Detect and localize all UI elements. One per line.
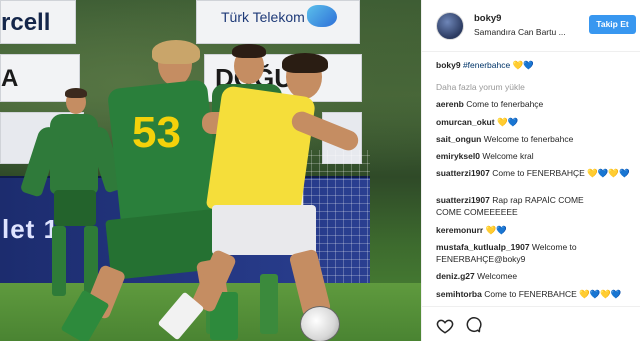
follow-button[interactable]: Takip Et	[589, 15, 636, 34]
comment-username[interactable]: aerenb	[436, 99, 464, 109]
comment-text: 💛💙	[485, 225, 507, 235]
post-username[interactable]: boky9	[474, 13, 501, 24]
post-side-panel: boky9 Samandıra Can Bartu ... Takip Et b…	[421, 0, 640, 341]
post-actions	[422, 306, 640, 341]
load-more-comments[interactable]: Daha fazla yorum yükle	[436, 82, 525, 92]
comment-text: Welcome kral	[482, 151, 534, 161]
comment: aerenb Come to fenerbahçe	[436, 98, 543, 110]
avatar[interactable]	[436, 12, 464, 40]
post-header: boky9 Samandıra Can Bartu ... Takip Et	[422, 0, 640, 52]
comment-text: Welcomee	[477, 271, 518, 281]
post-photo[interactable]: rcell Türk Telekom A DOĞUŞ let 1 53	[0, 0, 421, 341]
comment-text: Come to FENERBAHÇE 💛💙💛💙	[492, 168, 630, 178]
ad-board-1: rcell	[0, 0, 76, 44]
comment: keremonurr 💛💙	[436, 224, 507, 236]
comment: sait_ongun Welcome to fenerbahce	[436, 133, 573, 145]
comment: semihtorba Come to FENERBAHCE 💛💙💛💙	[436, 288, 621, 300]
comment-icon[interactable]	[464, 317, 482, 335]
comment-text: Welcome to	[531, 242, 577, 252]
comment-username[interactable]: keremonurr	[436, 225, 483, 235]
comment-username[interactable]: sait_ongun	[436, 134, 481, 144]
comment-username[interactable]: emiryksel0	[436, 151, 480, 161]
comment-text: 💛💙	[496, 117, 519, 127]
comment-text: Come to FENERBAHCE 💛💙💛💙	[484, 289, 622, 299]
comment-username[interactable]: deniz.g27	[436, 271, 475, 281]
caption-username[interactable]: boky9	[436, 60, 461, 70]
comment-text: Welcome to fenerbahce	[483, 134, 574, 144]
football	[300, 306, 340, 341]
comment-text-continued: COME COMEEEEEE	[436, 207, 518, 217]
caption-text[interactable]: #fenerbahce 💛💙	[463, 60, 534, 70]
comment: suatterzi1907 Come to FENERBAHÇE 💛💙💛💙	[436, 167, 630, 179]
comment: mustafa_kutlualp_1907 Welcome to FENERBA…	[436, 241, 577, 265]
comment-username[interactable]: mustafa_kutlualp_1907	[436, 242, 530, 252]
comment: omurcan_okut 💛💙	[436, 116, 518, 128]
post-caption: boky9 #fenerbahce 💛💙	[436, 60, 534, 71]
comment-text: Come to fenerbahçe	[466, 99, 544, 109]
heart-icon[interactable]	[436, 317, 454, 335]
post-location[interactable]: Samandıra Can Bartu ...	[474, 27, 566, 37]
ad-board-turk-telekom: Türk Telekom	[196, 0, 360, 44]
comment-username[interactable]: suatterzi1907	[436, 195, 490, 205]
comment: deniz.g27 Welcomee	[436, 270, 517, 282]
comment: suatterzi1907 Rap rap RAPAİC COME COME C…	[436, 194, 584, 218]
jersey-number: 53	[132, 108, 181, 157]
comment-text-continued: FENERBAHÇE@boky9	[436, 254, 526, 264]
comment-username[interactable]: suatterzi1907	[436, 168, 490, 178]
comment-username[interactable]: semihtorba	[436, 289, 482, 299]
comment-username[interactable]: omurcan_okut	[436, 117, 495, 127]
comment-text: Rap rap RAPAİC COME	[492, 195, 584, 205]
telekom-logo	[307, 5, 337, 27]
comment: emiryksel0 Welcome kral	[436, 150, 534, 162]
player-yellow	[157, 53, 380, 341]
